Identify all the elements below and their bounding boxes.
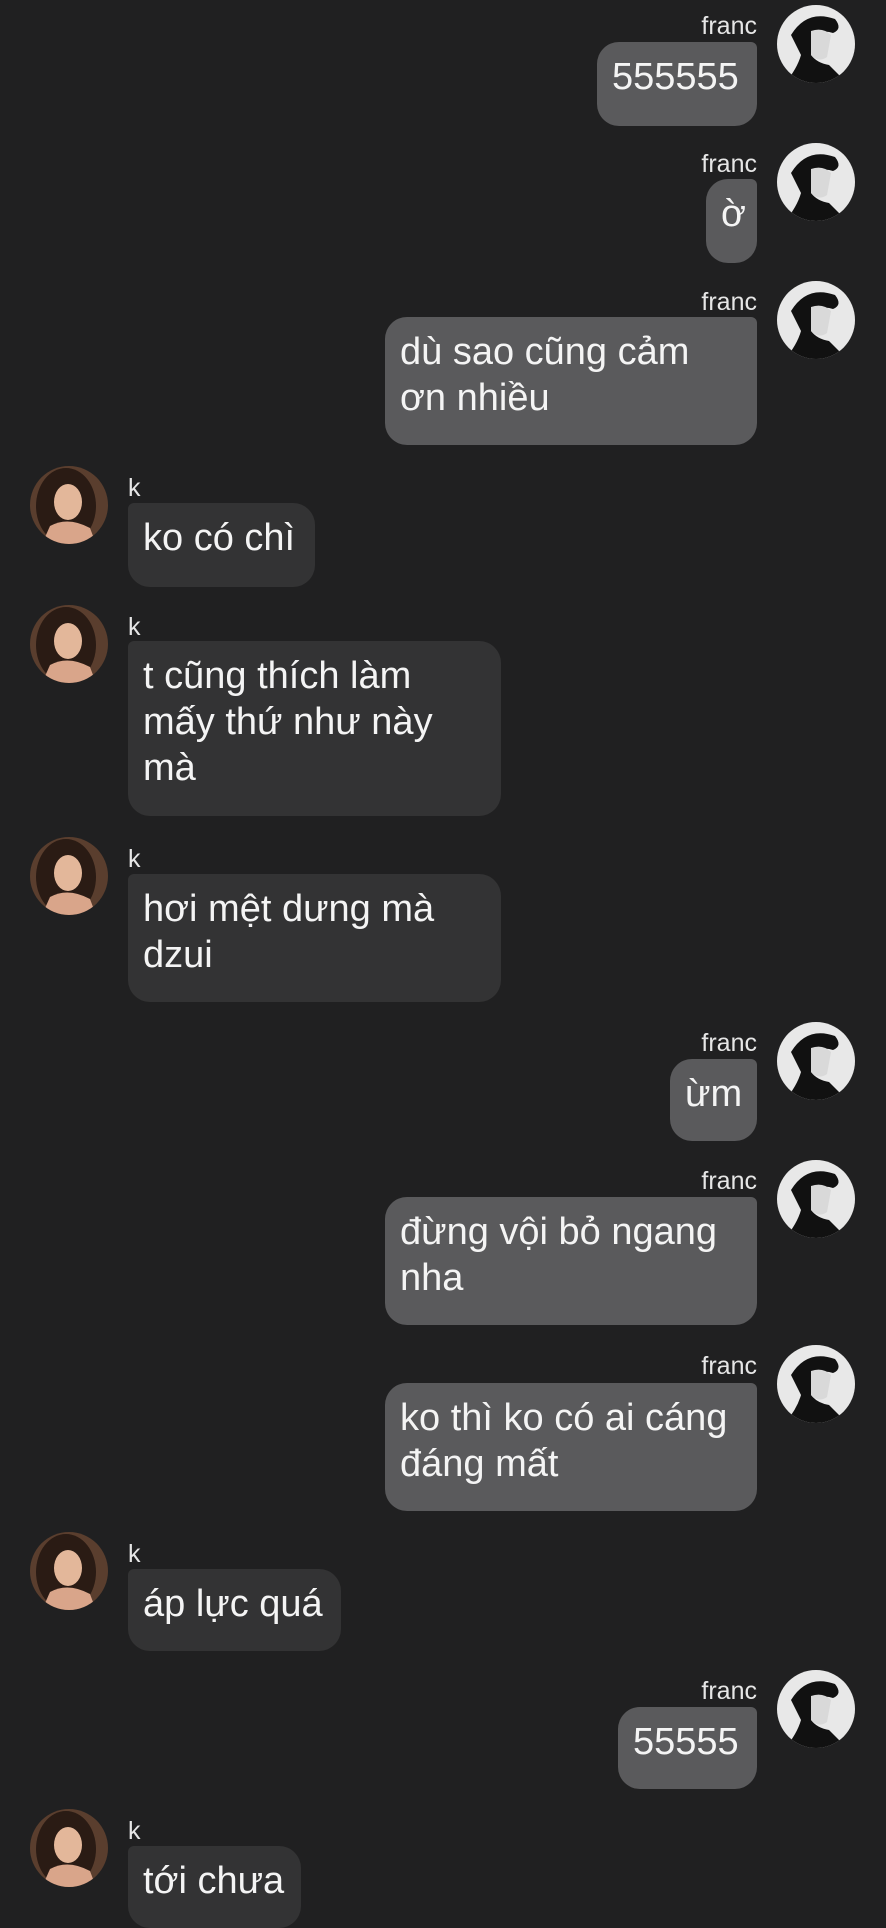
sender-name: franc xyxy=(701,1167,757,1195)
message-bubble[interactable]: tới chưa xyxy=(128,1846,301,1928)
avatar-franc[interactable] xyxy=(777,281,855,359)
avatar-k[interactable] xyxy=(30,466,108,544)
sender-name: franc xyxy=(701,150,757,178)
message-bubble[interactable]: dù sao cũng cảm ơn nhiều xyxy=(385,317,757,445)
sender-name: k xyxy=(128,1540,141,1568)
message-bubble[interactable]: 55555 xyxy=(618,1707,757,1789)
avatar-franc[interactable] xyxy=(777,5,855,83)
message-bubble[interactable]: áp lực quá xyxy=(128,1569,341,1651)
sender-name: k xyxy=(128,474,141,502)
avatar-k[interactable] xyxy=(30,605,108,683)
sender-name: k xyxy=(128,845,141,873)
avatar-k[interactable] xyxy=(30,1532,108,1610)
message-bubble[interactable]: ko thì ko có ai cáng đáng mất xyxy=(385,1383,757,1511)
message-bubble[interactable]: ừm xyxy=(670,1059,757,1141)
sender-name: franc xyxy=(701,1352,757,1380)
avatar-franc[interactable] xyxy=(777,1670,855,1748)
message-bubble[interactable]: đừng vội bỏ ngang nha xyxy=(385,1197,757,1325)
avatar-k[interactable] xyxy=(30,1809,108,1887)
avatar-franc[interactable] xyxy=(777,1160,855,1238)
message-bubble[interactable]: hơi mệt dưng mà dzui xyxy=(128,874,501,1002)
sender-name: franc xyxy=(701,1029,757,1057)
avatar-franc[interactable] xyxy=(777,1345,855,1423)
avatar-k[interactable] xyxy=(30,837,108,915)
sender-name: franc xyxy=(701,1677,757,1705)
message-bubble[interactable]: t cũng thích làm mấy thứ như này mà xyxy=(128,641,501,816)
message-bubble[interactable]: 555555 xyxy=(597,42,757,126)
sender-name: k xyxy=(128,613,141,641)
avatar-franc[interactable] xyxy=(777,143,855,221)
sender-name: franc xyxy=(701,288,757,316)
message-bubble[interactable]: ko có chì xyxy=(128,503,315,587)
message-bubble[interactable]: ờ xyxy=(706,179,757,263)
sender-name: k xyxy=(128,1817,141,1845)
avatar-franc[interactable] xyxy=(777,1022,855,1100)
sender-name: franc xyxy=(701,12,757,40)
